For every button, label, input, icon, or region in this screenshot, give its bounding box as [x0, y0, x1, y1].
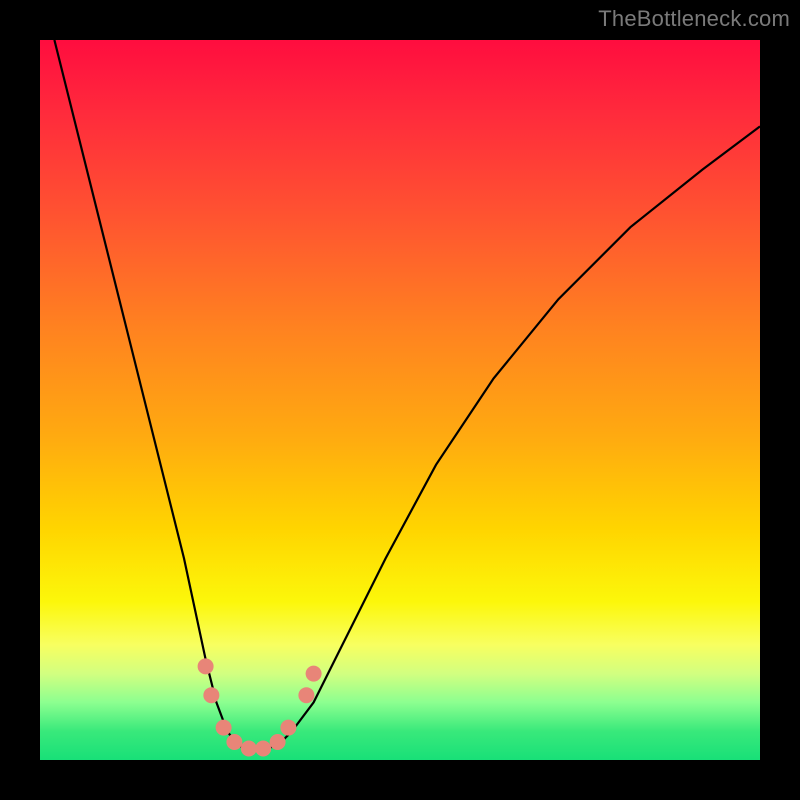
marker-6 [255, 740, 271, 756]
marker-4 [226, 734, 242, 750]
bottleneck-curve-path [54, 40, 760, 749]
plot-area [40, 40, 760, 760]
marker-9 [298, 687, 314, 703]
curve-svg [40, 40, 760, 760]
curve-markers [198, 658, 322, 756]
marker-2 [203, 687, 219, 703]
watermark-text: TheBottleneck.com [598, 6, 790, 32]
marker-5 [241, 740, 257, 756]
marker-10 [306, 666, 322, 682]
marker-3 [216, 720, 232, 736]
marker-7 [270, 734, 286, 750]
chart-frame: TheBottleneck.com [0, 0, 800, 800]
marker-1 [198, 658, 214, 674]
marker-8 [280, 720, 296, 736]
